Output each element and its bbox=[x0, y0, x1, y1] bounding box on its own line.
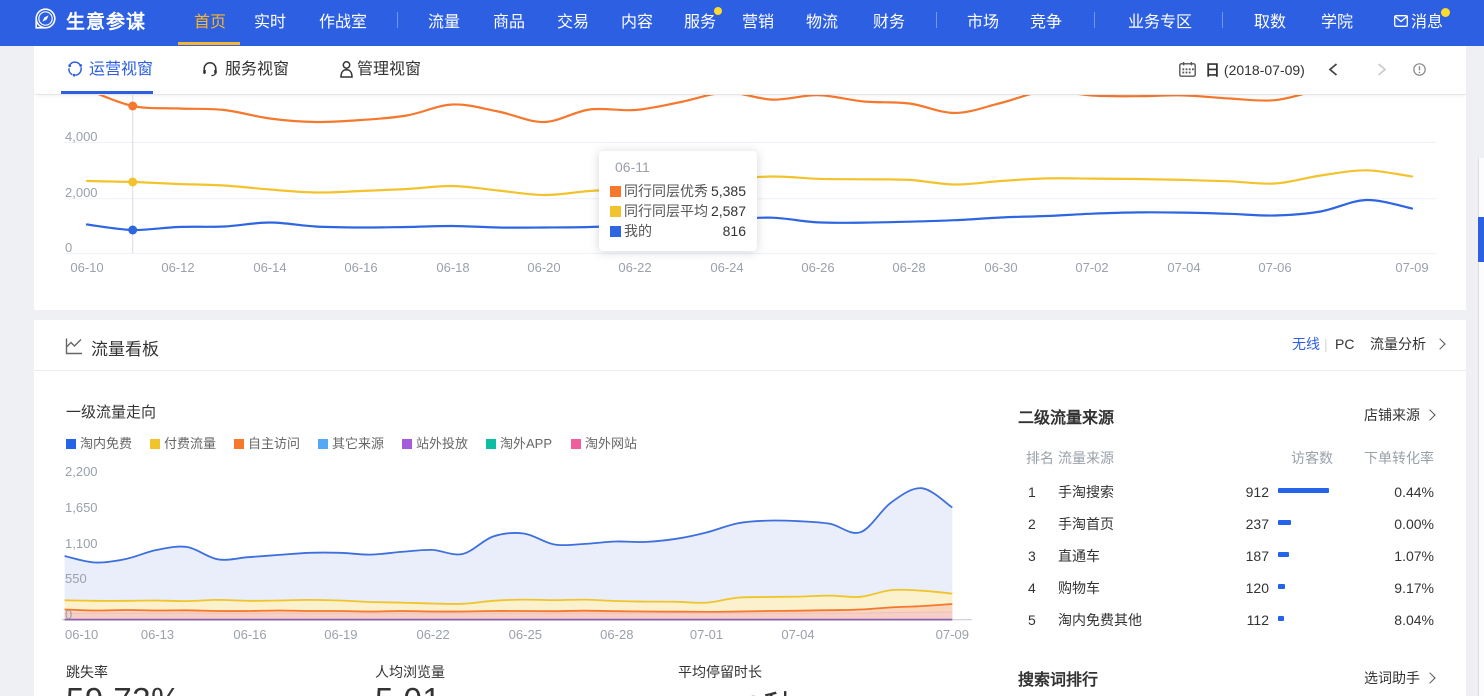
svg-text:0: 0 bbox=[65, 607, 72, 622]
svg-text:2,000: 2,000 bbox=[65, 185, 98, 200]
svg-text:06-14: 06-14 bbox=[253, 260, 286, 275]
svg-text:07-09: 07-09 bbox=[936, 627, 969, 642]
svg-text:06-28: 06-28 bbox=[600, 627, 633, 642]
svg-text:06-18: 06-18 bbox=[436, 260, 469, 275]
svg-text:06-10: 06-10 bbox=[70, 260, 103, 275]
svg-text:1,650: 1,650 bbox=[65, 500, 98, 515]
svg-text:06-20: 06-20 bbox=[527, 260, 560, 275]
svg-text:06-26: 06-26 bbox=[801, 260, 834, 275]
svg-text:06-22: 06-22 bbox=[618, 260, 651, 275]
svg-text:06-16: 06-16 bbox=[344, 260, 377, 275]
svg-text:2,200: 2,200 bbox=[65, 464, 98, 479]
svg-text:06-30: 06-30 bbox=[984, 260, 1017, 275]
svg-text:07-04: 07-04 bbox=[1167, 260, 1200, 275]
svg-text:1,100: 1,100 bbox=[65, 536, 98, 551]
svg-text:550: 550 bbox=[65, 571, 87, 586]
svg-text:06-12: 06-12 bbox=[161, 260, 194, 275]
svg-text:06-25: 06-25 bbox=[509, 627, 542, 642]
svg-text:4,000: 4,000 bbox=[65, 129, 98, 144]
svg-text:07-02: 07-02 bbox=[1075, 260, 1108, 275]
svg-text:06-22: 06-22 bbox=[416, 627, 449, 642]
svg-text:07-04: 07-04 bbox=[781, 627, 814, 642]
svg-text:06-24: 06-24 bbox=[710, 260, 743, 275]
svg-text:07-09: 07-09 bbox=[1395, 260, 1428, 275]
svg-text:06-10: 06-10 bbox=[65, 627, 98, 642]
svg-text:06-16: 06-16 bbox=[233, 627, 266, 642]
svg-text:06-19: 06-19 bbox=[324, 627, 357, 642]
svg-text:06-13: 06-13 bbox=[141, 627, 174, 642]
svg-text:06-28: 06-28 bbox=[892, 260, 925, 275]
svg-text:07-06: 07-06 bbox=[1258, 260, 1291, 275]
svg-text:0: 0 bbox=[65, 240, 72, 255]
svg-text:07-01: 07-01 bbox=[690, 627, 723, 642]
